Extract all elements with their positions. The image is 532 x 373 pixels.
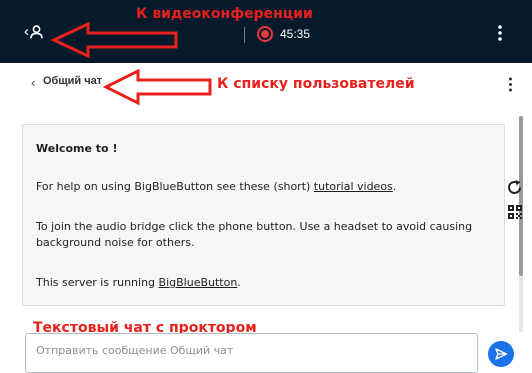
welcome-title: Welcome to ! bbox=[36, 142, 118, 155]
chevron-left-icon[interactable]: ‹ bbox=[31, 75, 35, 90]
back-to-videoconference-button[interactable]: ‹ bbox=[24, 24, 43, 39]
recording-timer: 45:35 bbox=[280, 27, 311, 41]
chevron-left-icon: ‹ bbox=[24, 23, 29, 40]
welcome-message: Welcome to ! For help on using BigBlueBu… bbox=[22, 124, 505, 306]
message-input-box[interactable] bbox=[25, 333, 478, 373]
welcome-help-text: For help on using BigBlueButton see thes… bbox=[36, 180, 397, 193]
scrollbar-thumb[interactable] bbox=[519, 116, 523, 276]
send-button[interactable] bbox=[488, 341, 514, 367]
more-vertical-icon[interactable] bbox=[497, 24, 503, 42]
bigbluebutton-link[interactable]: BigBlueButton bbox=[159, 276, 238, 289]
user-icon bbox=[30, 24, 43, 38]
more-vertical-icon[interactable] bbox=[508, 77, 513, 92]
welcome-audio-text: To join the audio bridge click the phone… bbox=[36, 220, 473, 249]
annotation-to-videoconference: К видеоконференции bbox=[136, 6, 313, 22]
send-icon bbox=[495, 348, 508, 360]
qr-code-icon[interactable] bbox=[508, 205, 522, 219]
arrow-left-icon bbox=[50, 21, 178, 59]
tutorial-videos-link[interactable]: tutorial videos bbox=[314, 180, 393, 193]
recording-icon[interactable] bbox=[257, 26, 273, 42]
welcome-server-text: This server is running BigBlueButton. bbox=[36, 276, 241, 289]
message-input[interactable] bbox=[36, 344, 466, 357]
chat-title[interactable]: Общий чат bbox=[43, 75, 102, 87]
divider bbox=[244, 27, 245, 43]
scrollbar[interactable] bbox=[519, 116, 523, 332]
reload-icon[interactable] bbox=[506, 179, 523, 196]
arrow-left-icon bbox=[102, 68, 212, 106]
annotation-to-user-list: К списку пользователей bbox=[217, 76, 415, 92]
